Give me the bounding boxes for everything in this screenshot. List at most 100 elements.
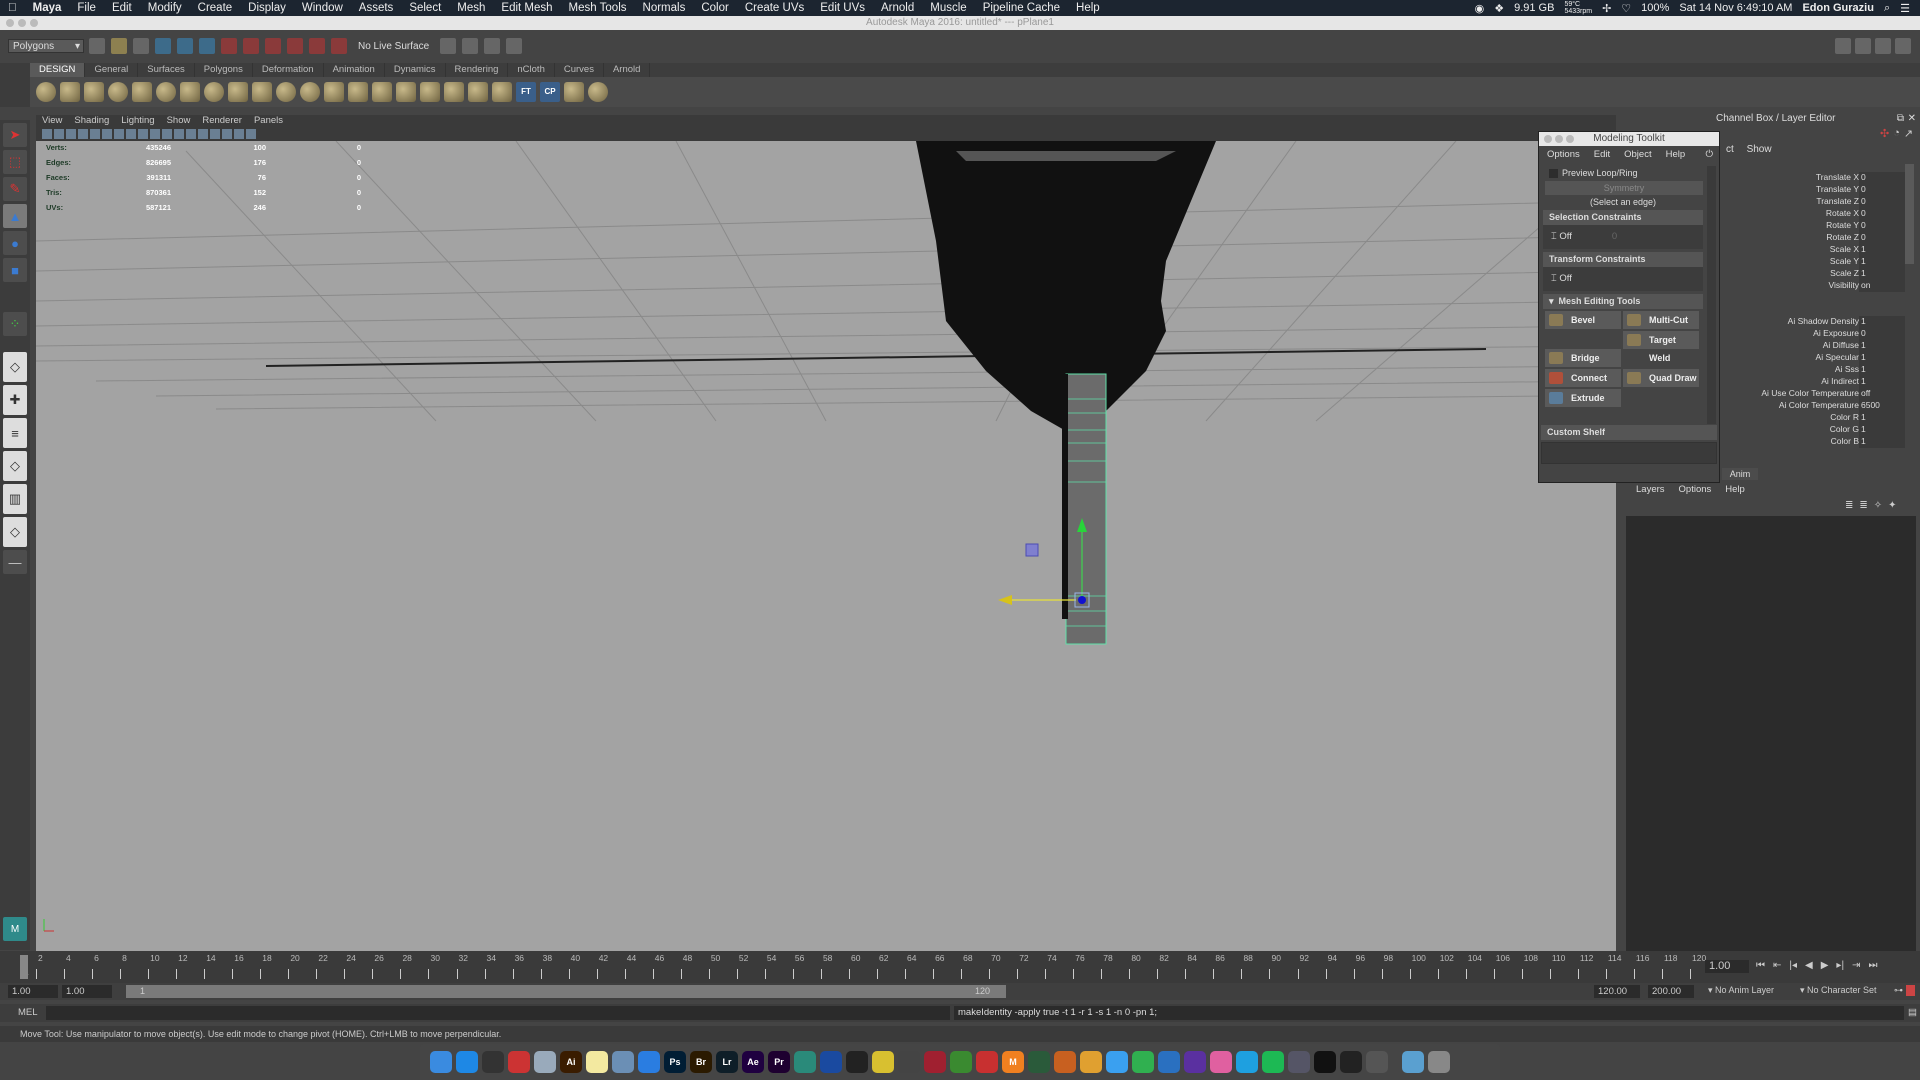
step-forward-frame-icon[interactable]: ▸|: [1836, 960, 1844, 971]
viewport-menu-renderer[interactable]: Renderer: [202, 115, 242, 127]
poly-torus-icon[interactable]: [156, 82, 176, 102]
delete-history-icon[interactable]: [468, 82, 488, 102]
character-set-dropdown[interactable]: ▾ No Character Set: [1800, 985, 1877, 996]
viewport-menu-show[interactable]: Show: [167, 115, 191, 127]
shape-channel-row[interactable]: Color G1: [1722, 424, 1907, 436]
hypershade-persp-layout-icon[interactable]: ▥: [3, 484, 27, 514]
channel-value[interactable]: 1: [1859, 256, 1905, 268]
shelf-menu-handle[interactable]: [0, 63, 30, 107]
dock-item-maya[interactable]: [794, 1051, 816, 1073]
channel-value[interactable]: 1: [1859, 352, 1905, 364]
range-slider[interactable]: 1 120: [126, 985, 1006, 998]
notification-center-icon[interactable]: ☰: [1900, 2, 1910, 15]
dock-item-photos[interactable]: [1080, 1051, 1102, 1073]
channel-value[interactable]: 0: [1859, 196, 1905, 208]
xray-joints-icon[interactable]: [246, 129, 256, 139]
layer-menu-layers[interactable]: Layers: [1636, 482, 1665, 498]
mt-scrollbar[interactable]: [1707, 166, 1716, 424]
menu-select[interactable]: Select: [401, 2, 449, 14]
target-weld-button[interactable]: Target Weld: [1623, 331, 1699, 363]
battery-readout[interactable]: 100%: [1641, 2, 1669, 14]
dock-item-keyshot[interactable]: [820, 1051, 842, 1073]
render-settings-icon[interactable]: [506, 38, 523, 54]
bridge-button[interactable]: Bridge: [1545, 349, 1621, 367]
menu-pipeline-cache[interactable]: Pipeline Cache: [975, 2, 1068, 14]
preferences-icon[interactable]: [1906, 985, 1915, 996]
channel-value[interactable]: 0: [1859, 208, 1905, 220]
dock-item-folder[interactable]: [1402, 1051, 1424, 1073]
shape-channel-row[interactable]: Color R1: [1722, 412, 1907, 424]
dock-item-substance[interactable]: [1054, 1051, 1076, 1073]
snap-view-plane-icon[interactable]: [287, 38, 303, 54]
dock-item-safari[interactable]: [638, 1051, 660, 1073]
channel-row[interactable]: Translate Y0: [1722, 184, 1907, 196]
menu-mesh[interactable]: Mesh: [449, 2, 493, 14]
cb-menu-object[interactable]: ct: [1726, 144, 1734, 155]
anim-layer-dropdown[interactable]: ▾ No Anim Layer: [1708, 985, 1774, 996]
poly-soccer-ball-icon[interactable]: [276, 82, 296, 102]
dock-item-m[interactable]: M: [1002, 1051, 1024, 1073]
new-empty-layer-icon[interactable]: ✧: [1874, 500, 1882, 511]
menu-edit[interactable]: Edit: [104, 2, 140, 14]
step-forward-key-icon[interactable]: ⇥: [1852, 960, 1860, 971]
custom-shelf-area[interactable]: [1541, 442, 1717, 464]
dock-item-terminal[interactable]: [1314, 1051, 1336, 1073]
channel-value[interactable]: 1: [1859, 376, 1905, 388]
play-backwards-icon[interactable]: ◀: [1805, 960, 1813, 971]
shelf-tab-curves[interactable]: Curves: [555, 63, 604, 77]
select-tool-icon[interactable]: ➤: [3, 123, 27, 147]
shape-channel-row[interactable]: Ai Shadow Density 1: [1722, 316, 1907, 328]
channel-value[interactable]: 1: [1859, 316, 1905, 328]
render-view-icon[interactable]: [440, 38, 457, 54]
shelf-tab-design[interactable]: DESIGN: [30, 63, 86, 77]
open-scene-icon[interactable]: [111, 38, 127, 54]
channel-row[interactable]: Translate X0: [1722, 172, 1907, 184]
shape-channel-row[interactable]: Color B1: [1722, 436, 1907, 448]
attribute-editor-toggle-icon[interactable]: [1855, 38, 1871, 54]
poly-plane-icon[interactable]: [132, 82, 152, 102]
shelf-tab-animation[interactable]: Animation: [324, 63, 385, 77]
shelf-tab-polygons[interactable]: Polygons: [195, 63, 253, 77]
dock-item-skype[interactable]: [1236, 1051, 1258, 1073]
select-by-component-icon[interactable]: [199, 38, 215, 54]
dock-item-toolbox[interactable]: [950, 1051, 972, 1073]
mt-power-icon[interactable]: ⏻: [1705, 146, 1713, 164]
channel-row[interactable]: Visibility on: [1722, 280, 1907, 292]
poly-cylinder-icon[interactable]: [84, 82, 104, 102]
auto-key-icon[interactable]: ⊶: [1894, 985, 1903, 996]
preview-loop-checkbox[interactable]: [1549, 168, 1558, 178]
dock-item-sketchup[interactable]: [976, 1051, 998, 1073]
shape-channel-row[interactable]: Ai Sss 1: [1722, 364, 1907, 376]
bevel-button[interactable]: Bevel: [1545, 311, 1621, 329]
move-tool-icon[interactable]: ▲: [3, 204, 27, 228]
shelf-tab-dynamics[interactable]: Dynamics: [385, 63, 446, 77]
dock-item-br[interactable]: Br: [690, 1051, 712, 1073]
dock-item-trash[interactable]: [1428, 1051, 1450, 1073]
channel-box-toggle-icon[interactable]: ✣: [1880, 127, 1889, 140]
dock-item-ps[interactable]: Ps: [664, 1051, 686, 1073]
menu-display[interactable]: Display: [240, 2, 294, 14]
shelf-tab-deformation[interactable]: Deformation: [253, 63, 324, 77]
layout-more-icon[interactable]: —: [3, 550, 27, 574]
command-language-toggle[interactable]: MEL: [18, 1007, 38, 1018]
textured-icon[interactable]: [150, 129, 160, 139]
shape-channel-row[interactable]: Ai Diffuse 1: [1722, 340, 1907, 352]
dock-item-quicktime[interactable]: [482, 1051, 504, 1073]
snap-point-icon[interactable]: [265, 38, 281, 54]
user-name[interactable]: Edon Guraziu: [1802, 2, 1874, 14]
separate-icon[interactable]: [348, 82, 368, 102]
dock-item-app-store[interactable]: [456, 1051, 478, 1073]
channel-value[interactable]: 1: [1859, 268, 1905, 280]
wifi-icon[interactable]: ♡: [1621, 2, 1631, 15]
single-view-layout-icon[interactable]: ◇: [3, 352, 27, 382]
camera-attributes-icon[interactable]: [54, 129, 64, 139]
viewport-menu-lighting[interactable]: Lighting: [121, 115, 154, 127]
poly-pyramid-icon[interactable]: [204, 82, 224, 102]
multi-cut-button[interactable]: Multi-Cut: [1623, 311, 1699, 329]
transform-constraints-header[interactable]: Transform Constraints: [1543, 252, 1703, 267]
mt-close-button[interactable]: [1544, 135, 1552, 143]
ambient-occlusion-icon[interactable]: [198, 129, 208, 139]
dock-item-pr[interactable]: Pr: [768, 1051, 790, 1073]
shelf-tab-ncloth[interactable]: nCloth: [508, 63, 555, 77]
channel-value[interactable]: 1: [1859, 436, 1905, 448]
